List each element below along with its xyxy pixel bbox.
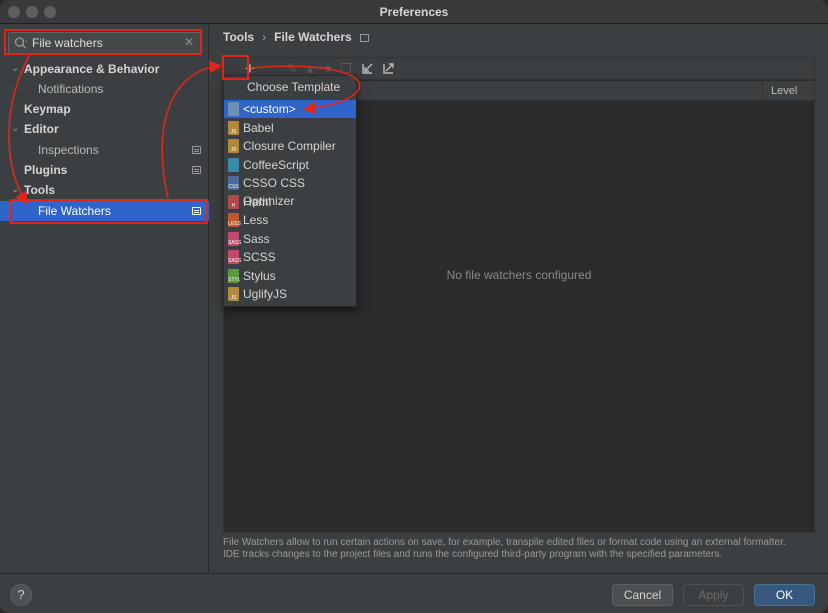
title-bar: Preferences [0, 0, 828, 24]
file-type-icon: STYL [228, 268, 241, 283]
chevron-down-icon[interactable]: ⌄ [11, 59, 19, 79]
file-type-badge: CSS [228, 184, 239, 190]
template-item[interactable]: CSS CSSO CSS Optimizer [224, 174, 356, 208]
help-button[interactable]: ? [10, 584, 32, 606]
file-type-icon: SASS [228, 250, 242, 264]
template-item[interactable]: SASS Sass [224, 230, 356, 248]
template-item[interactable]: JS Babel [224, 119, 356, 137]
template-item[interactable]: JS UglifyJS [224, 285, 356, 303]
ok-button[interactable]: OK [754, 584, 815, 606]
file-type-badge: LESS [228, 221, 241, 227]
file-type-icon [228, 157, 239, 172]
template-item-label: Stylus [243, 268, 276, 283]
window-title: Preferences [379, 5, 449, 19]
file-type-icon: CSS [228, 176, 239, 190]
template-item[interactable]: <custom> [224, 100, 356, 118]
file-type-badge: SASS [228, 239, 242, 246]
breadcrumb-separator: › [262, 30, 267, 44]
template-item-label: CoffeeScript [243, 157, 309, 172]
sidebar-item-plugins[interactable]: Plugins [0, 160, 209, 180]
template-item-label: Closure Compiler [243, 139, 336, 153]
breadcrumb-current: File Watchers [274, 30, 352, 44]
breadcrumb: Tools › File Watchers [223, 30, 369, 44]
sidebar-item-label: Inspections [38, 143, 99, 157]
dialog-button-bar: ? Cancel Apply OK [0, 573, 828, 613]
file-type-badge: H [231, 202, 236, 209]
file-type-badge: JS [230, 128, 237, 135]
sidebar-item-label: Keymap [24, 102, 71, 116]
annotation-search-highlight [4, 29, 202, 55]
settings-sidebar: File watchers ✕ ⌄ Appearance & Behavior … [0, 25, 209, 573]
file-type-badge: JS [230, 147, 237, 153]
sidebar-item-tools[interactable]: ⌄ Tools [0, 180, 209, 200]
sidebar-item-label: Plugins [24, 163, 68, 177]
template-item[interactable]: CoffeeScript [224, 156, 356, 174]
file-type-badge: JS [230, 295, 237, 301]
sidebar-item-appearance-behavior[interactable]: ⌄ Appearance & Behavior [0, 59, 209, 79]
chevron-down-icon[interactable]: ⌄ [11, 180, 19, 200]
preferences-window: Preferences File watchers ✕ ⌄ Appearance… [0, 0, 828, 613]
project-settings-icon [359, 34, 369, 42]
file-type-icon: SASS [228, 231, 242, 246]
file-type-badge [228, 110, 239, 116]
import-icon[interactable] [360, 61, 376, 77]
file-type-icon: JS [228, 139, 239, 153]
file-type-badge: STYL [228, 276, 241, 283]
template-item-label: <custom> [243, 102, 296, 116]
cancel-button[interactable]: Cancel [612, 584, 673, 606]
project-settings-icon [192, 146, 201, 154]
sidebar-item-label: Appearance & Behavior [24, 62, 160, 76]
file-type-icon: JS [228, 287, 239, 301]
template-item-label: Sass [243, 231, 270, 246]
template-item-label: SCSS [243, 250, 276, 264]
template-item[interactable]: H Haml [224, 193, 356, 211]
breadcrumb-parent[interactable]: Tools [223, 30, 254, 44]
file-type-icon [228, 102, 239, 116]
sidebar-item-inspections[interactable]: Inspections [0, 140, 209, 160]
annotation-file-watchers-highlight [10, 199, 208, 224]
template-item-label: Less [243, 213, 269, 227]
file-type-badge [228, 166, 239, 172]
template-item[interactable]: STYL Stylus [224, 267, 356, 285]
sidebar-item-keymap[interactable]: Keymap [0, 99, 209, 119]
column-header-level[interactable]: Level [762, 81, 814, 101]
chevron-down-icon[interactable]: ⌄ [11, 119, 19, 139]
template-item-label: Haml [243, 194, 272, 209]
sidebar-item-label: Notifications [38, 82, 104, 96]
template-item[interactable]: SASS SCSS [224, 248, 356, 266]
sidebar-item-label: Editor [24, 122, 59, 136]
annotation-add-button-highlight [222, 55, 249, 80]
sidebar-item-notifications[interactable]: Notifications [0, 79, 209, 99]
file-type-icon: H [228, 194, 239, 209]
export-icon[interactable] [381, 61, 397, 77]
sidebar-item-label: Tools [24, 183, 56, 197]
file-type-icon: JS [228, 120, 239, 135]
choose-template-popup: Choose Template <custom> JS Babel JS Closure… [223, 75, 357, 307]
template-item-label: Babel [243, 120, 274, 135]
apply-button[interactable]: Apply [683, 584, 744, 606]
file-watchers-description: File Watchers allow to run certain actio… [223, 537, 786, 560]
template-item[interactable]: JS Closure Compiler [224, 137, 356, 155]
template-item-label: UglifyJS [243, 287, 288, 301]
file-type-icon: LESS [228, 213, 241, 227]
sidebar-item-editor[interactable]: ⌄ Editor [0, 119, 209, 139]
file-type-badge: SASS [228, 258, 242, 264]
template-item[interactable]: LESS Less [224, 211, 356, 229]
project-settings-icon [192, 166, 201, 174]
